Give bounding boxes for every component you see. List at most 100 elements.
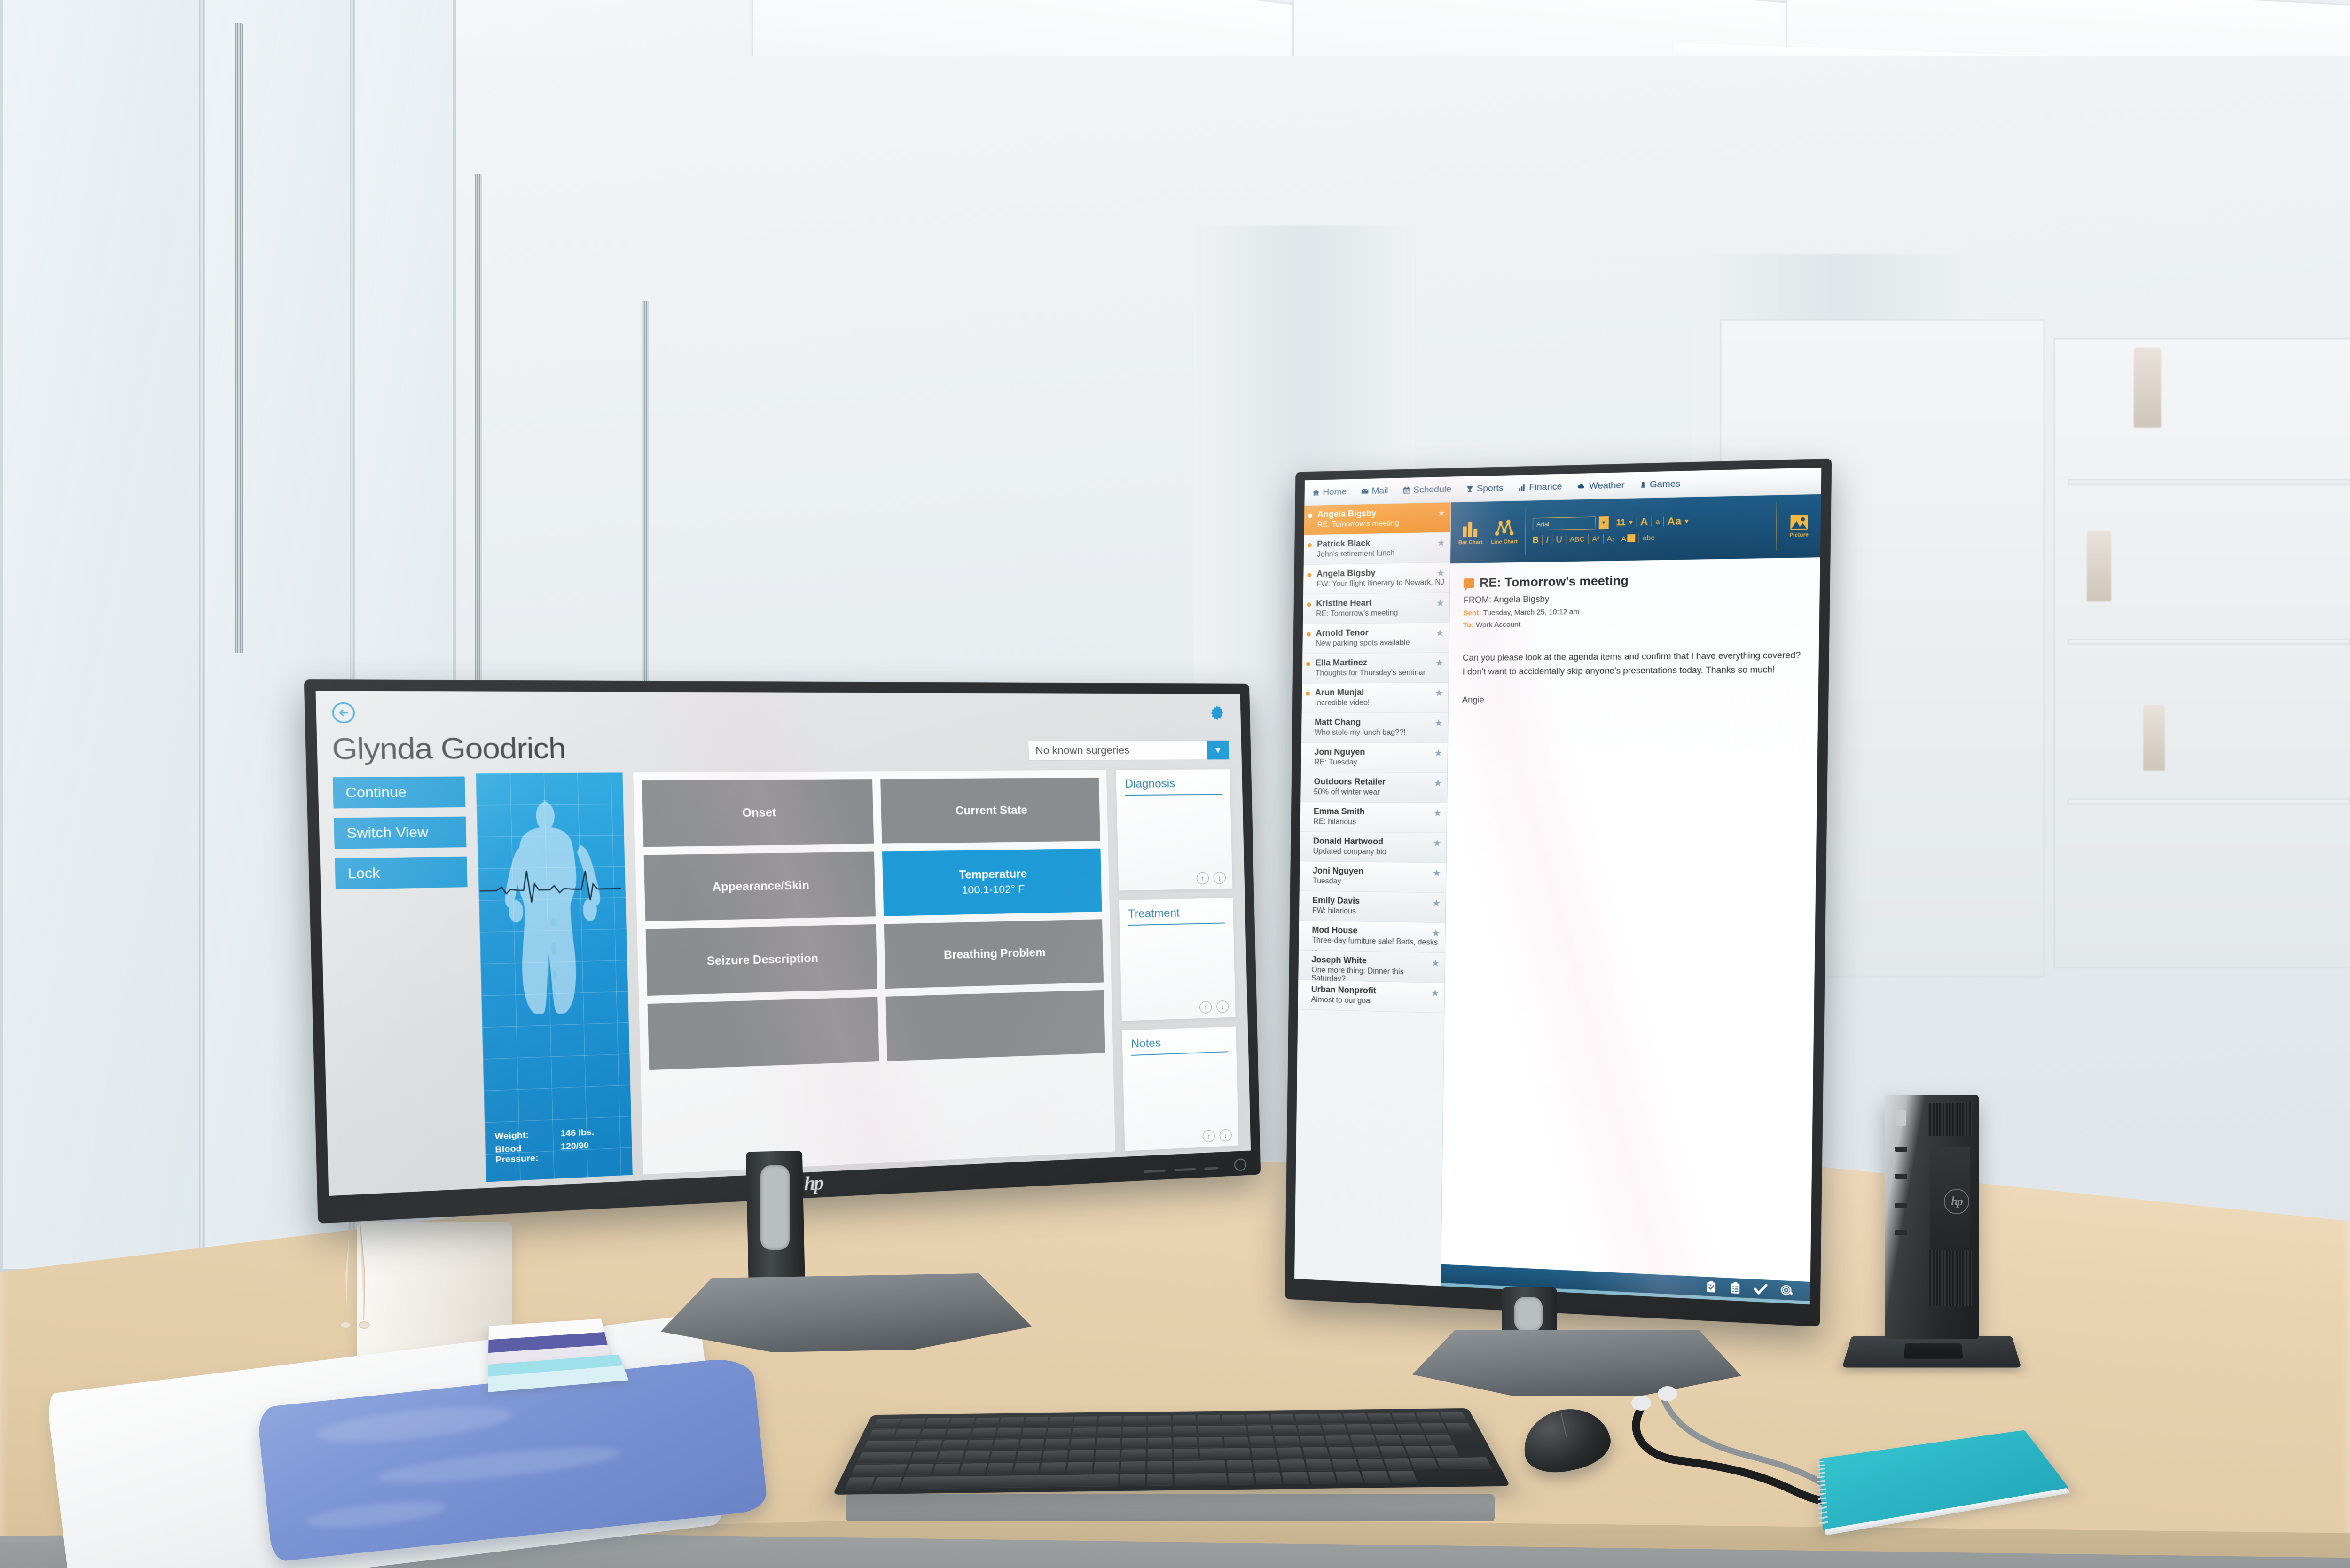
keyboard-key[interactable]: [1318, 1413, 1345, 1424]
keyboard-key[interactable]: [1044, 1438, 1070, 1450]
keyboard-key[interactable]: [1272, 1425, 1298, 1435]
keyboard-key[interactable]: [1174, 1473, 1228, 1485]
keyboard-key[interactable]: [1367, 1413, 1394, 1423]
keyboard-key[interactable]: [1148, 1437, 1172, 1448]
keyboard-key[interactable]: [1123, 1416, 1147, 1426]
keyboard-key[interactable]: [1120, 1474, 1146, 1486]
keyboard-key[interactable]: [1300, 1435, 1326, 1446]
keyboard-key[interactable]: [973, 1417, 1000, 1428]
keyboard-key[interactable]: [1093, 1461, 1120, 1474]
message-list-item[interactable]: Angela Bigsby FW: Your flight itinerary t…: [1303, 562, 1450, 595]
keyboard-key[interactable]: [1305, 1459, 1333, 1471]
keyboard-key[interactable]: [1021, 1428, 1047, 1438]
keyboard-key[interactable]: [1226, 1460, 1253, 1472]
keyboard-key[interactable]: [923, 1418, 950, 1428]
message-list-item[interactable]: Emily Davis FW: hilarious ★: [1299, 891, 1446, 923]
message-list-item[interactable]: Arun Munjal Incredible video! ★: [1301, 683, 1449, 713]
keyboard-key[interactable]: [1246, 1414, 1270, 1425]
keyboard-key[interactable]: [940, 1440, 968, 1451]
tab-weather[interactable]: Weather: [1577, 480, 1624, 491]
message-list-item[interactable]: Patrick Black John's retirement lunch ★: [1303, 532, 1450, 565]
checkmark-icon[interactable]: [1754, 1283, 1767, 1295]
keyboard-key[interactable]: [1013, 1462, 1040, 1474]
keyboard-key[interactable]: [1148, 1415, 1171, 1426]
keyboard-key[interactable]: [1302, 1447, 1330, 1459]
keyboard-key[interactable]: [1440, 1412, 1468, 1422]
keyboard-key[interactable]: [1375, 1435, 1403, 1445]
star-icon[interactable]: ★: [1434, 748, 1443, 758]
keyboard-key[interactable]: [1354, 1446, 1382, 1458]
keyboard-key[interactable]: [1405, 1446, 1434, 1457]
text-effects-button[interactable]: abc: [1643, 534, 1655, 542]
arrow-up-icon[interactable]: ↑: [1199, 1000, 1212, 1014]
tab-home[interactable]: Home: [1312, 487, 1347, 498]
keyboard-key[interactable]: [1046, 1427, 1072, 1438]
keyboard-key[interactable]: [1148, 1426, 1172, 1437]
keyboard-key[interactable]: [1249, 1436, 1275, 1447]
arrow-down-icon[interactable]: ↓: [1213, 872, 1226, 884]
keyboard-key[interactable]: [1357, 1459, 1386, 1470]
back-arrow-icon[interactable]: [332, 702, 355, 724]
star-icon[interactable]: ★: [1434, 718, 1443, 728]
tab-schedule[interactable]: Schedule: [1402, 484, 1451, 496]
notes-card[interactable]: Notes ↑ ↓: [1122, 1026, 1239, 1151]
keyboard-key[interactable]: [850, 1464, 908, 1476]
message-list-item[interactable]: Matt Chang Who stole my lunch bag??! ★: [1301, 712, 1448, 743]
keyboard-key[interactable]: [862, 1440, 917, 1451]
keyboard-key[interactable]: [1343, 1413, 1369, 1423]
message-list-item[interactable]: Outdoors Retailer 50% off winter wear ★: [1300, 772, 1448, 803]
keyboard-key[interactable]: [1379, 1446, 1408, 1458]
superscript-button[interactable]: A²: [1592, 535, 1599, 543]
star-icon[interactable]: ★: [1435, 658, 1444, 668]
message-list-item[interactable]: Mod House Three-day furniture sale! Beds,…: [1299, 921, 1445, 953]
keyboard-key[interactable]: [1066, 1462, 1093, 1474]
keyboard-key[interactable]: [992, 1439, 1019, 1450]
keyboard-key[interactable]: [1391, 1412, 1418, 1423]
keyboard-key[interactable]: [1430, 1445, 1460, 1457]
star-icon[interactable]: ★: [1435, 628, 1444, 638]
subscript-button[interactable]: A₂: [1607, 534, 1615, 543]
keyboard-key[interactable]: [1198, 1436, 1223, 1448]
thin-client-power-button[interactable]: [1896, 1110, 1906, 1126]
keyboard-key[interactable]: [1277, 1447, 1303, 1459]
keyboard-key[interactable]: [1173, 1426, 1197, 1436]
keyboard-key[interactable]: [995, 1428, 1022, 1438]
keyboard-key[interactable]: [909, 1451, 939, 1463]
keyboard-key[interactable]: [1425, 1434, 1454, 1445]
star-icon[interactable]: ★: [1431, 988, 1440, 999]
message-list-item[interactable]: Urban Nonprofit Almost to our goal ★: [1298, 980, 1445, 1014]
bar-chart-button[interactable]: Bar Chart: [1457, 519, 1485, 546]
keyboard-key[interactable]: [1384, 1458, 1413, 1470]
font-size-dropdown-icon[interactable]: ▾: [1629, 518, 1633, 527]
keyboard-key[interactable]: [1228, 1473, 1255, 1485]
keyboard-key[interactable]: [1270, 1414, 1295, 1424]
keyboard-key[interactable]: [1199, 1448, 1251, 1459]
arrow-down-icon[interactable]: ↓: [1219, 1129, 1232, 1142]
picture-button[interactable]: Picture: [1783, 499, 1815, 553]
clipboard-list-icon[interactable]: [1730, 1282, 1741, 1294]
star-icon[interactable]: ★: [1432, 898, 1441, 909]
keyboard-key[interactable]: [1173, 1437, 1198, 1448]
keyboard-key[interactable]: [1073, 1416, 1098, 1427]
keyboard-key[interactable]: [1445, 1423, 1473, 1433]
underline-button[interactable]: U: [1556, 535, 1562, 545]
treatment-card[interactable]: Treatment ↑ ↓: [1119, 897, 1236, 1021]
font-name-dropdown-icon[interactable]: ▼: [1598, 516, 1609, 530]
keyboard-key[interactable]: [1436, 1457, 1492, 1469]
keyboard-key[interactable]: [1274, 1436, 1300, 1447]
keyboard-key[interactable]: [1279, 1459, 1306, 1471]
switch-view-button[interactable]: Switch View: [334, 816, 467, 849]
star-icon[interactable]: ★: [1433, 808, 1442, 819]
keyboard-key[interactable]: [856, 1452, 912, 1464]
keyboard-key[interactable]: [1095, 1450, 1120, 1461]
message-list-item[interactable]: Angela Bigsby RE: Tomorrow's meeting ★: [1304, 502, 1451, 536]
keyboard-key[interactable]: [1371, 1423, 1398, 1434]
chevron-down-icon[interactable]: ▼: [1207, 741, 1229, 760]
keyboard-key[interactable]: [1294, 1414, 1320, 1424]
keyboard-key[interactable]: [1147, 1474, 1173, 1486]
keyboard-key[interactable]: [1122, 1427, 1146, 1437]
keyboard-key[interactable]: [899, 1474, 1119, 1489]
star-icon[interactable]: ★: [1431, 958, 1440, 969]
tile-temperature[interactable]: Temperature 100.1-102° F: [882, 848, 1102, 916]
keyboard-key[interactable]: [1121, 1449, 1146, 1461]
